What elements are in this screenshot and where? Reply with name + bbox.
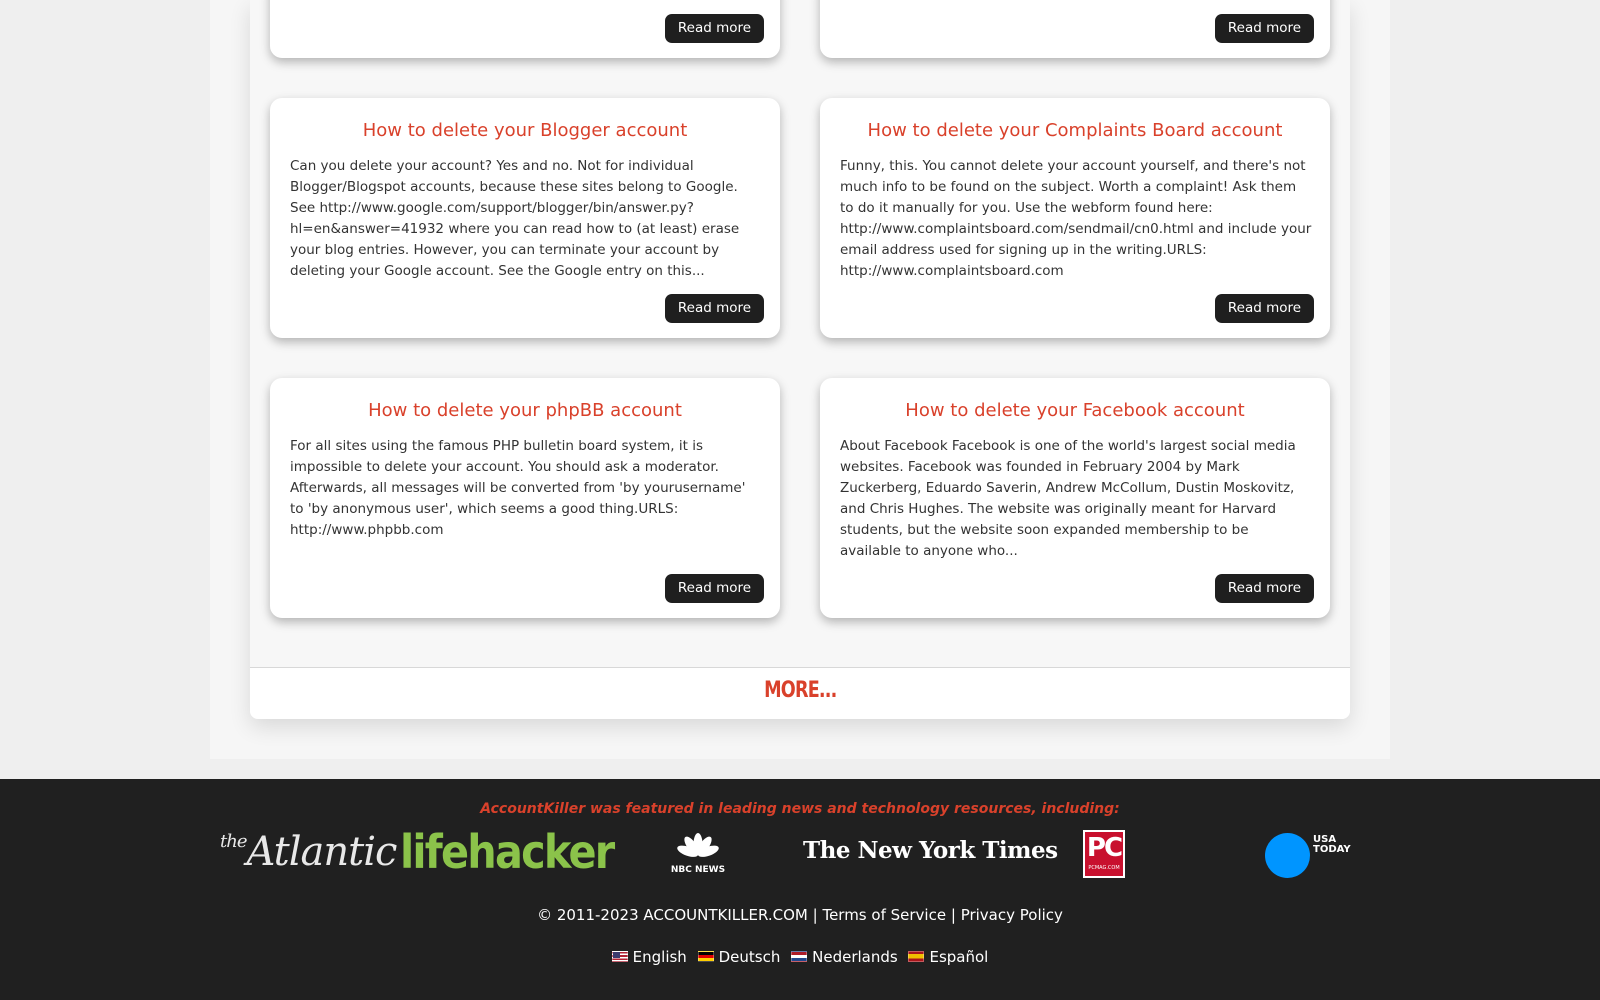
lifehacker-logo-hacker: hacker [467,825,615,879]
card-title[interactable]: How to delete your Facebook account [820,400,1330,422]
article-card-blogger: How to delete your Blogger account Can y… [270,98,780,338]
content-panel: Read more Read more How to delete your B… [250,0,1350,719]
copyright-text: © 2011-2023 ACCOUNTKILLER.COM [537,906,808,924]
usa-today-logo-text: USA TODAY [1313,835,1363,855]
atlantic-logo-name: Atlantic [246,829,397,875]
card-excerpt: Funny, this. You cannot delete your acco… [840,158,1312,279]
language-label: Nederlands [812,948,898,966]
cards-grid: Read more Read more How to delete your B… [250,0,1350,667]
card-title[interactable]: How to delete your phpBB account [270,400,780,422]
separator: | [950,906,956,924]
read-more-button[interactable]: Read more [1215,14,1314,43]
card-excerpt: About Facebook Facebook is one of the wo… [840,438,1296,559]
terms-of-service-link[interactable]: Terms of Service [822,906,946,924]
language-espanol[interactable]: Español [908,948,988,966]
article-card: Read more [270,0,780,58]
read-more-button[interactable]: Read more [1215,574,1314,603]
atlantic-logo-the: the [220,831,248,852]
dutch-flag-icon [791,951,808,962]
language-english[interactable]: English [611,948,687,966]
language-nederlands[interactable]: Nederlands [791,948,898,966]
more-link[interactable]: MORE... [764,678,837,703]
language-switcher: English Deutsch Nederlands Español [0,948,1600,966]
read-more-button[interactable]: Read more [665,294,764,323]
pcmag-logo-pc: PC [1086,833,1123,863]
german-flag-icon [697,951,714,962]
us-flag-icon [611,951,628,962]
spanish-flag-icon [908,951,925,962]
lifehacker-logo: lifehacker [400,825,615,879]
peacock-icon [677,833,719,857]
pcmag-logo-domain: PCMAG.COM [1088,865,1120,871]
nbc-news-logo-text: NBC NEWS [670,865,726,875]
pcmag-logo: PC PCMAG.COM [1083,830,1125,878]
article-card-phpbb: How to delete your phpBB account For all… [270,378,780,618]
featured-in-text: AccountKiller was featured in leading ne… [480,801,1120,817]
footer: AccountKiller was featured in leading ne… [0,779,1600,1000]
card-title[interactable]: How to delete your Blogger account [270,120,780,142]
card-excerpt: For all sites using the famous PHP bulle… [290,438,746,538]
read-more-button[interactable]: Read more [1215,294,1314,323]
language-label: Español [929,948,989,966]
language-label: English [632,948,687,966]
legal-links: © 2011-2023 ACCOUNTKILLER.COM | Terms of… [0,906,1600,924]
nbc-news-logo: NBC NEWS [668,831,728,877]
language-deutsch[interactable]: Deutsch [697,948,781,966]
article-card: Read more [820,0,1330,58]
card-title[interactable]: How to delete your Complaints Board acco… [820,120,1330,142]
article-card-facebook: How to delete your Facebook account Abou… [820,378,1330,618]
the-atlantic-logo: theAtlantic [220,829,397,875]
privacy-policy-link[interactable]: Privacy Policy [961,906,1063,924]
usa-today-logo: USA TODAY [1265,833,1360,879]
separator: | [812,906,818,924]
read-more-button[interactable]: Read more [665,574,764,603]
new-york-times-logo: The New York Times [803,837,1058,864]
card-excerpt: Can you delete your account? Yes and no.… [290,158,740,279]
usa-today-dot-icon [1265,833,1310,878]
usa-today-line2: TODAY [1313,844,1351,855]
article-card-complaints-board: How to delete your Complaints Board acco… [820,98,1330,338]
language-label: Deutsch [718,948,781,966]
lifehacker-logo-life: life [400,825,469,879]
read-more-button[interactable]: Read more [665,14,764,43]
more-bar: MORE... [250,667,1350,719]
